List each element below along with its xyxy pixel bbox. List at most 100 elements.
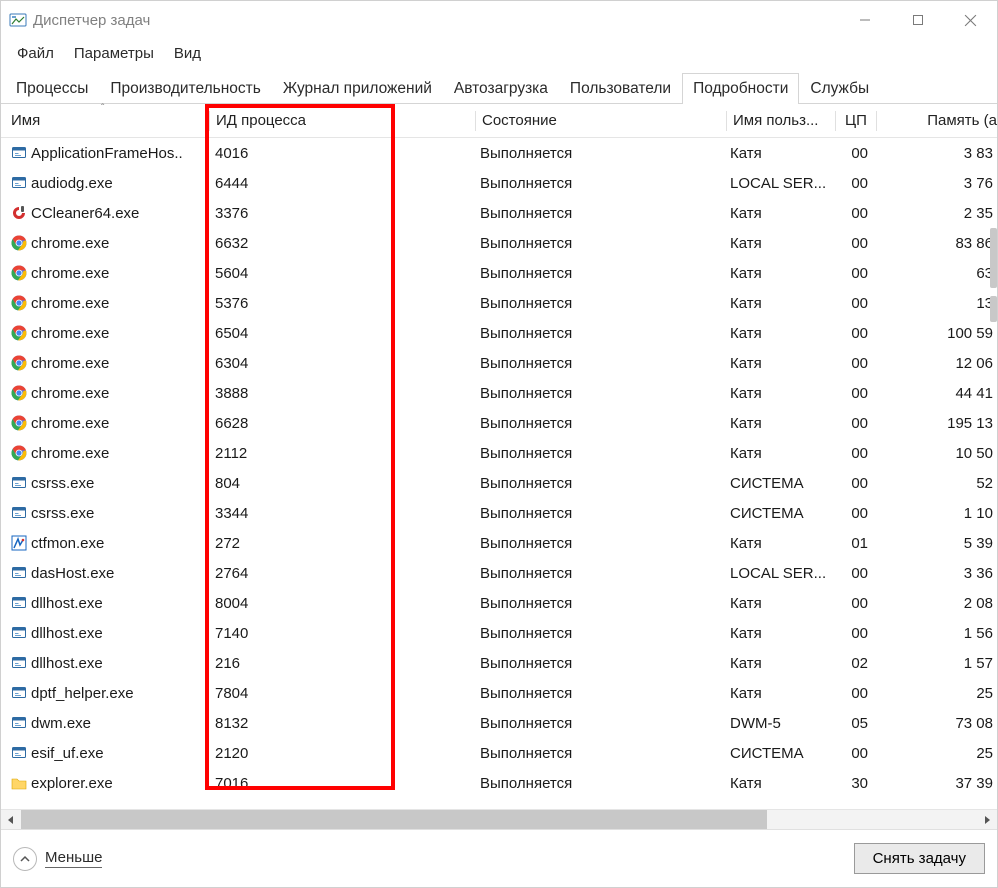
cpu-cell: 00 bbox=[832, 145, 872, 162]
cpu-cell: 00 bbox=[832, 265, 872, 282]
table-row[interactable]: chrome.exe3888ВыполняетсяКатя0044 41 bbox=[1, 378, 997, 408]
minimize-button[interactable] bbox=[838, 1, 891, 39]
process-name-text: esif_uf.exe bbox=[31, 745, 104, 762]
state-cell: Выполняется bbox=[474, 715, 724, 732]
table-row[interactable]: chrome.exe5604ВыполняетсяКатя0063 bbox=[1, 258, 997, 288]
table-row[interactable]: ApplicationFrameHos..4016ВыполняетсяКатя… bbox=[1, 138, 997, 168]
cpu-cell: 00 bbox=[832, 325, 872, 342]
col-header-cpu[interactable]: ЦП bbox=[836, 112, 876, 129]
vertical-scroll-indicator[interactable] bbox=[990, 296, 997, 322]
process-name-cell: ctfmon.exe bbox=[1, 535, 209, 552]
process-name-text: dllhost.exe bbox=[31, 655, 103, 672]
vertical-scroll-indicator[interactable] bbox=[990, 228, 997, 288]
tab-5[interactable]: Подробности bbox=[682, 73, 799, 104]
user-cell: Катя bbox=[724, 385, 832, 402]
task-manager-icon bbox=[9, 11, 27, 29]
table-row[interactable]: chrome.exe6632ВыполняетсяКатя0083 86 bbox=[1, 228, 997, 258]
table-body[interactable]: ApplicationFrameHos..4016ВыполняетсяКатя… bbox=[1, 138, 997, 809]
table-row[interactable]: dllhost.exe7140ВыполняетсяКатя001 56 bbox=[1, 618, 997, 648]
folder-icon bbox=[11, 775, 27, 791]
process-name-text: chrome.exe bbox=[31, 445, 109, 462]
process-name-cell: chrome.exe bbox=[1, 355, 209, 372]
table-row[interactable]: dwm.exe8132ВыполняетсяDWM-50573 08 bbox=[1, 708, 997, 738]
cpu-cell: 05 bbox=[832, 715, 872, 732]
process-name-cell: chrome.exe bbox=[1, 385, 209, 402]
close-button[interactable] bbox=[944, 1, 997, 39]
horizontal-scrollbar[interactable] bbox=[1, 809, 997, 829]
state-cell: Выполняется bbox=[474, 385, 724, 402]
pid-cell: 6632 bbox=[209, 235, 474, 252]
col-header-state[interactable]: Состояние bbox=[476, 112, 726, 129]
process-name-cell: dllhost.exe bbox=[1, 625, 209, 642]
fewer-details-button[interactable]: Меньше bbox=[13, 847, 102, 871]
pid-cell: 5376 bbox=[209, 295, 474, 312]
exe-icon bbox=[11, 625, 27, 641]
table-row[interactable]: dasHost.exe2764ВыполняетсяLOCAL SER...00… bbox=[1, 558, 997, 588]
menu-options[interactable]: Параметры bbox=[66, 43, 162, 64]
table-row[interactable]: dptf_helper.exe7804ВыполняетсяКатя0025 bbox=[1, 678, 997, 708]
cpu-cell: 30 bbox=[832, 775, 872, 792]
table-row[interactable]: ctfmon.exe272ВыполняетсяКатя015 39 bbox=[1, 528, 997, 558]
table-row[interactable]: explorer.exe7016ВыполняетсяКатя3037 39 bbox=[1, 768, 997, 798]
tab-0[interactable]: Процессы bbox=[5, 73, 99, 104]
table-row[interactable]: chrome.exe6628ВыполняетсяКатя00195 13 bbox=[1, 408, 997, 438]
process-name-text: dptf_helper.exe bbox=[31, 685, 134, 702]
state-cell: Выполняется bbox=[474, 325, 724, 342]
scroll-left-icon[interactable] bbox=[1, 810, 21, 829]
mem-cell: 25 bbox=[872, 685, 997, 702]
process-name-text: explorer.exe bbox=[31, 775, 113, 792]
table-row[interactable]: chrome.exe2112ВыполняетсяКатя0010 50 bbox=[1, 438, 997, 468]
tab-3[interactable]: Автозагрузка bbox=[443, 73, 559, 104]
menubar: Файл Параметры Вид bbox=[1, 39, 997, 67]
process-name-cell: esif_uf.exe bbox=[1, 745, 209, 762]
tab-6[interactable]: Службы bbox=[799, 73, 880, 104]
col-header-pid[interactable]: ИД процесса bbox=[210, 112, 475, 129]
menu-file[interactable]: Файл bbox=[9, 43, 62, 64]
chrome-icon bbox=[11, 415, 27, 431]
table-row[interactable]: audiodg.exe6444ВыполняетсяLOCAL SER...00… bbox=[1, 168, 997, 198]
mem-cell: 3 83 bbox=[872, 145, 997, 162]
mem-cell: 12 06 bbox=[872, 355, 997, 372]
process-name-cell: chrome.exe bbox=[1, 235, 209, 252]
user-cell: Катя bbox=[724, 445, 832, 462]
table-row[interactable]: chrome.exe6504ВыполняетсяКатя00100 59 bbox=[1, 318, 997, 348]
mem-cell: 1 10 bbox=[872, 505, 997, 522]
tab-1[interactable]: Производительность bbox=[99, 73, 271, 104]
state-cell: Выполняется bbox=[474, 295, 724, 312]
table-row[interactable]: esif_uf.exe2120ВыполняетсяСИСТЕМА0025 bbox=[1, 738, 997, 768]
fewer-details-label: Меньше bbox=[45, 849, 102, 868]
col-header-user[interactable]: Имя польз... bbox=[727, 112, 835, 129]
scroll-right-icon[interactable] bbox=[977, 810, 997, 829]
col-header-name[interactable]: Имя bbox=[1, 112, 209, 129]
table-row[interactable]: csrss.exe3344ВыполняетсяСИСТЕМА001 10 bbox=[1, 498, 997, 528]
state-cell: Выполняется bbox=[474, 265, 724, 282]
table-row[interactable]: CCleaner64.exe3376ВыполняетсяКатя002 35 bbox=[1, 198, 997, 228]
process-name-cell: dwm.exe bbox=[1, 715, 209, 732]
table-row[interactable]: chrome.exe6304ВыполняетсяКатя0012 06 bbox=[1, 348, 997, 378]
maximize-button[interactable] bbox=[891, 1, 944, 39]
pid-cell: 2764 bbox=[209, 565, 474, 582]
mem-cell: 100 59 bbox=[872, 325, 997, 342]
process-name-cell: CCleaner64.exe bbox=[1, 205, 209, 222]
exe-icon bbox=[11, 745, 27, 761]
process-name-text: csrss.exe bbox=[31, 505, 94, 522]
col-header-mem[interactable]: Память (а bbox=[877, 112, 997, 129]
tab-4[interactable]: Пользователи bbox=[559, 73, 682, 104]
menu-view[interactable]: Вид bbox=[166, 43, 209, 64]
table-row[interactable]: chrome.exe5376ВыполняетсяКатя0013 bbox=[1, 288, 997, 318]
table-row[interactable]: csrss.exe804ВыполняетсяСИСТЕМА0052 bbox=[1, 468, 997, 498]
user-cell: LOCAL SER... bbox=[724, 565, 832, 582]
exe-icon bbox=[11, 475, 27, 491]
chevron-up-icon bbox=[13, 847, 37, 871]
pid-cell: 4016 bbox=[209, 145, 474, 162]
end-task-button[interactable]: Снять задачу bbox=[854, 843, 985, 874]
scroll-thumb[interactable] bbox=[21, 810, 767, 829]
pid-cell: 6504 bbox=[209, 325, 474, 342]
exe-icon bbox=[11, 175, 27, 191]
chrome-icon bbox=[11, 325, 27, 341]
table-row[interactable]: dllhost.exe216ВыполняетсяКатя021 57 bbox=[1, 648, 997, 678]
process-name-cell: chrome.exe bbox=[1, 325, 209, 342]
scroll-track[interactable] bbox=[21, 810, 977, 829]
tab-2[interactable]: Журнал приложений bbox=[272, 73, 443, 104]
table-row[interactable]: dllhost.exe8004ВыполняетсяКатя002 08 bbox=[1, 588, 997, 618]
